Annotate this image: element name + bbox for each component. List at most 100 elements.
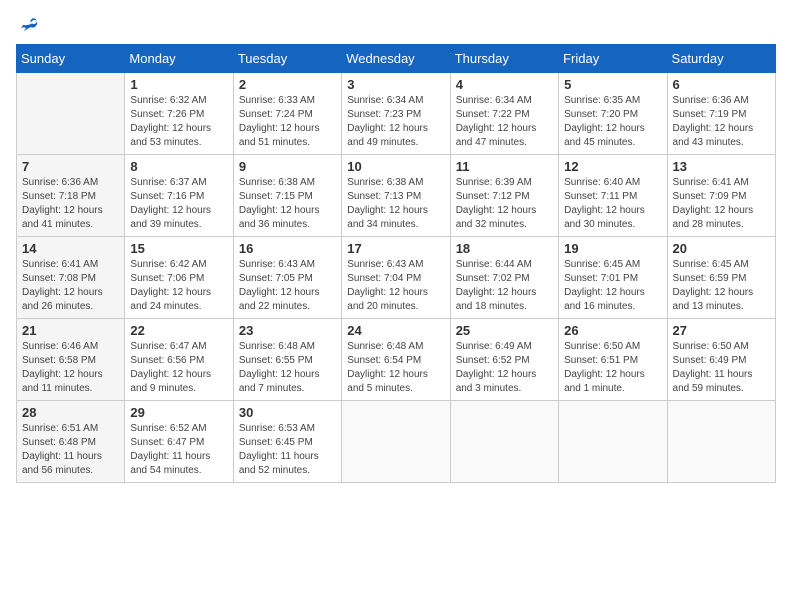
day-info: Sunrise: 6:51 AM Sunset: 6:48 PM Dayligh… [22,422,119,478]
day-info: Sunrise: 6:38 AM Sunset: 7:13 PM Dayligh… [347,176,444,232]
calendar-cell: 27Sunrise: 6:50 AM Sunset: 6:49 PM Dayli… [667,319,775,401]
day-number: 9 [239,159,336,174]
calendar-cell: 16 Sunrise: 6:43 AM Sunset: 7:05 PM Dayli… [233,237,341,319]
day-number: 19 [564,241,661,256]
day-info: Sunrise: 6:42 AM Sunset: 7:06 PM Dayligh… [130,258,227,314]
weekday-header-wednesday: Wednesday [342,45,450,73]
day-info: Sunrise: 6:34 AM Sunset: 7:22 PM Dayligh… [456,94,553,150]
day-number: 18 [456,241,553,256]
day-info: Sunrise: 6:43 AM Sunset: 7:05 PM Dayligh… [239,258,336,314]
day-number: 11 [456,159,553,174]
day-number: 20 [673,241,770,256]
week-row-2: 14 Sunrise: 6:41 AM Sunset: 7:08 PM Dayli… [17,237,776,319]
week-row-4: 28Sunrise: 6:51 AM Sunset: 6:48 PM Dayli… [17,401,776,483]
day-info: Sunrise: 6:52 AM Sunset: 6:47 PM Dayligh… [130,422,227,478]
calendar-cell [17,73,125,155]
weekday-header-row: SundayMondayTuesdayWednesdayThursdayFrid… [17,45,776,73]
day-info: Sunrise: 6:45 AM Sunset: 7:01 PM Dayligh… [564,258,661,314]
calendar-cell: 20 Sunrise: 6:45 AM Sunset: 6:59 PM Dayli… [667,237,775,319]
day-info: Sunrise: 6:53 AM Sunset: 6:45 PM Dayligh… [239,422,336,478]
weekday-header-tuesday: Tuesday [233,45,341,73]
calendar-cell: 24Sunrise: 6:48 AM Sunset: 6:54 PM Dayli… [342,319,450,401]
day-info: Sunrise: 6:41 AM Sunset: 7:09 PM Dayligh… [673,176,770,232]
day-info: Sunrise: 6:47 AM Sunset: 6:56 PM Dayligh… [130,340,227,396]
day-number: 6 [673,77,770,92]
day-number: 17 [347,241,444,256]
day-info: Sunrise: 6:37 AM Sunset: 7:16 PM Dayligh… [130,176,227,232]
day-number: 15 [130,241,227,256]
day-info: Sunrise: 6:36 AM Sunset: 7:19 PM Dayligh… [673,94,770,150]
day-number: 26 [564,323,661,338]
day-info: Sunrise: 6:45 AM Sunset: 6:59 PM Dayligh… [673,258,770,314]
day-number: 4 [456,77,553,92]
calendar-cell: 1Sunrise: 6:32 AM Sunset: 7:26 PM Daylig… [125,73,233,155]
calendar-cell: 30 Sunrise: 6:53 AM Sunset: 6:45 PM Dayli… [233,401,341,483]
day-info: Sunrise: 6:46 AM Sunset: 6:58 PM Dayligh… [22,340,119,396]
day-number: 3 [347,77,444,92]
day-number: 8 [130,159,227,174]
calendar-cell: 12 Sunrise: 6:40 AM Sunset: 7:11 PM Dayli… [559,155,667,237]
weekday-header-friday: Friday [559,45,667,73]
day-info: Sunrise: 6:34 AM Sunset: 7:23 PM Dayligh… [347,94,444,150]
day-info: Sunrise: 6:49 AM Sunset: 6:52 PM Dayligh… [456,340,553,396]
day-info: Sunrise: 6:35 AM Sunset: 7:20 PM Dayligh… [564,94,661,150]
weekday-header-thursday: Thursday [450,45,558,73]
day-number: 12 [564,159,661,174]
day-number: 14 [22,241,119,256]
logo-bird-icon [20,16,38,34]
calendar-cell [342,401,450,483]
weekday-header-monday: Monday [125,45,233,73]
day-number: 16 [239,241,336,256]
day-info: Sunrise: 6:44 AM Sunset: 7:02 PM Dayligh… [456,258,553,314]
calendar-cell [559,401,667,483]
day-number: 1 [130,77,227,92]
calendar-cell [667,401,775,483]
day-number: 10 [347,159,444,174]
calendar-cell: 10 Sunrise: 6:38 AM Sunset: 7:13 PM Dayli… [342,155,450,237]
calendar-cell: 18 Sunrise: 6:44 AM Sunset: 7:02 PM Dayli… [450,237,558,319]
calendar-cell: 2 Sunrise: 6:33 AM Sunset: 7:24 PM Daylig… [233,73,341,155]
day-info: Sunrise: 6:48 AM Sunset: 6:54 PM Dayligh… [347,340,444,396]
calendar-cell: 28Sunrise: 6:51 AM Sunset: 6:48 PM Dayli… [17,401,125,483]
day-info: Sunrise: 6:33 AM Sunset: 7:24 PM Dayligh… [239,94,336,150]
logo [16,16,38,34]
calendar-cell: 4 Sunrise: 6:34 AM Sunset: 7:22 PM Daylig… [450,73,558,155]
day-number: 23 [239,323,336,338]
day-number: 5 [564,77,661,92]
calendar-cell: 29 Sunrise: 6:52 AM Sunset: 6:47 PM Dayli… [125,401,233,483]
calendar-cell: 25Sunrise: 6:49 AM Sunset: 6:52 PM Dayli… [450,319,558,401]
calendar-cell: 14 Sunrise: 6:41 AM Sunset: 7:08 PM Dayli… [17,237,125,319]
calendar-cell: 8 Sunrise: 6:37 AM Sunset: 7:16 PM Daylig… [125,155,233,237]
day-number: 22 [130,323,227,338]
week-row-1: 7 Sunrise: 6:36 AM Sunset: 7:18 PM Daylig… [17,155,776,237]
calendar-cell: 7 Sunrise: 6:36 AM Sunset: 7:18 PM Daylig… [17,155,125,237]
day-number: 7 [22,159,119,174]
day-info: Sunrise: 6:39 AM Sunset: 7:12 PM Dayligh… [456,176,553,232]
calendar-cell: 22 Sunrise: 6:47 AM Sunset: 6:56 PM Dayli… [125,319,233,401]
day-info: Sunrise: 6:50 AM Sunset: 6:51 PM Dayligh… [564,340,661,396]
calendar-table: SundayMondayTuesdayWednesdayThursdayFrid… [16,44,776,483]
day-info: Sunrise: 6:38 AM Sunset: 7:15 PM Dayligh… [239,176,336,232]
calendar-cell: 6 Sunrise: 6:36 AM Sunset: 7:19 PM Daylig… [667,73,775,155]
calendar-cell: 11 Sunrise: 6:39 AM Sunset: 7:12 PM Dayli… [450,155,558,237]
day-number: 21 [22,323,119,338]
calendar-cell: 21 Sunrise: 6:46 AM Sunset: 6:58 PM Dayli… [17,319,125,401]
calendar-cell: 9 Sunrise: 6:38 AM Sunset: 7:15 PM Daylig… [233,155,341,237]
calendar-cell: 15 Sunrise: 6:42 AM Sunset: 7:06 PM Dayli… [125,237,233,319]
calendar-cell: 3 Sunrise: 6:34 AM Sunset: 7:23 PM Daylig… [342,73,450,155]
calendar-cell: 26 Sunrise: 6:50 AM Sunset: 6:51 PM Dayli… [559,319,667,401]
week-row-3: 21 Sunrise: 6:46 AM Sunset: 6:58 PM Dayli… [17,319,776,401]
calendar-cell: 17Sunrise: 6:43 AM Sunset: 7:04 PM Dayli… [342,237,450,319]
calendar-cell: 5 Sunrise: 6:35 AM Sunset: 7:20 PM Daylig… [559,73,667,155]
day-number: 30 [239,405,336,420]
day-info: Sunrise: 6:40 AM Sunset: 7:11 PM Dayligh… [564,176,661,232]
day-number: 27 [673,323,770,338]
weekday-header-sunday: Sunday [17,45,125,73]
calendar-cell: 13Sunrise: 6:41 AM Sunset: 7:09 PM Dayli… [667,155,775,237]
day-info: Sunrise: 6:36 AM Sunset: 7:18 PM Dayligh… [22,176,119,232]
day-info: Sunrise: 6:41 AM Sunset: 7:08 PM Dayligh… [22,258,119,314]
calendar-cell [450,401,558,483]
day-number: 2 [239,77,336,92]
calendar-cell: 23Sunrise: 6:48 AM Sunset: 6:55 PM Dayli… [233,319,341,401]
day-number: 29 [130,405,227,420]
